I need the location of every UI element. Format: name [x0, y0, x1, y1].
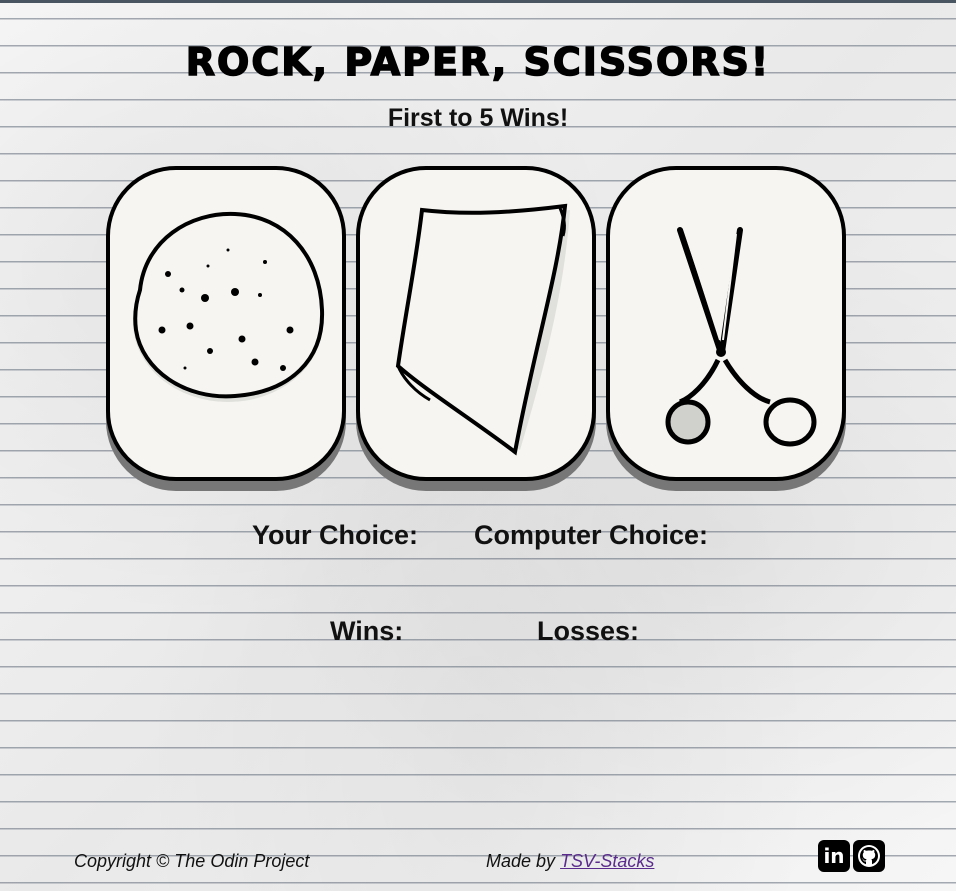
author-link[interactable]: TSV-Stacks — [560, 851, 654, 871]
made-by: Made by TSV-Stacks — [486, 851, 654, 872]
scissors-icon — [665, 227, 817, 447]
made-by-prefix: Made by — [486, 851, 556, 871]
paper-icon — [395, 203, 570, 456]
github-icon[interactable] — [853, 840, 885, 872]
rock-icon — [133, 211, 325, 402]
copyright: Copyright © The Odin Project — [74, 851, 310, 871]
rock-button[interactable] — [106, 166, 346, 481]
choice-buttons — [106, 166, 856, 496]
wins-label: Wins: — [330, 616, 404, 646]
page-title: ROCK, PAPER, SCISSORS! — [185, 39, 771, 85]
github-octocat-icon — [858, 845, 880, 867]
linkedin-icon[interactable]: in — [818, 840, 850, 872]
top-border — [0, 0, 956, 3]
your-choice-label: Your Choice: — [252, 520, 419, 550]
page-subtitle: First to 5 Wins! — [387, 104, 569, 132]
scissors-button[interactable] — [606, 166, 846, 481]
computer-choice-label: Computer Choice: — [474, 520, 709, 550]
paper-button[interactable] — [356, 166, 596, 481]
losses-label: Losses: — [537, 616, 640, 646]
